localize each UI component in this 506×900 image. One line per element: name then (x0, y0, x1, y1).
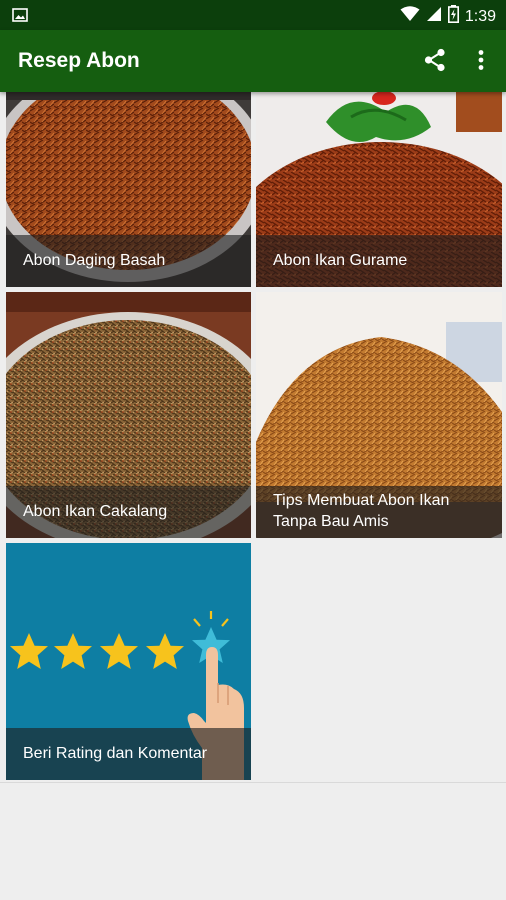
star-icon (10, 633, 48, 669)
rating-title: Beri Rating dan Komentar (6, 728, 251, 780)
more-vert-icon (478, 50, 484, 70)
recipe-title: Abon Ikan Cakalang (6, 486, 251, 538)
recipe-card[interactable]: Abon Daging Basah (6, 92, 251, 287)
star-icon (100, 633, 138, 669)
divider (0, 782, 506, 783)
sparkle-icon (193, 611, 229, 627)
cell-signal-icon (426, 6, 442, 27)
recipe-grid: Abon Daging Basah Abon Ikan Gurame Abon … (0, 92, 506, 782)
status-bar: 1:39 (0, 0, 506, 30)
star-icon (54, 633, 92, 669)
rating-card[interactable]: Beri Rating dan Komentar (6, 543, 251, 780)
share-button[interactable] (422, 47, 448, 73)
star-icon (146, 633, 184, 669)
more-options-button[interactable] (470, 47, 492, 73)
recipe-title: Abon Daging Basah (6, 235, 251, 287)
gallery-icon (12, 7, 28, 28)
wifi-icon (400, 6, 420, 27)
app-title: Resep Abon (18, 49, 140, 72)
recipe-title: Abon Ikan Gurame (256, 235, 502, 287)
recipe-title-line: Tanpa Bau Amis (273, 513, 389, 530)
recipe-title: Tips Membuat Abon Ikan Tanpa Bau Amis (256, 486, 502, 538)
recipe-card[interactable]: Abon Ikan Gurame (256, 92, 502, 287)
share-icon (424, 48, 445, 72)
recipe-card[interactable]: Abon Ikan Cakalang (6, 292, 251, 538)
recipe-title-line: Tips Membuat Abon Ikan (273, 492, 450, 509)
status-time: 1:39 (464, 7, 496, 25)
app-bar: Resep Abon (0, 30, 506, 92)
battery-icon (447, 5, 459, 28)
recipe-card[interactable]: Tips Membuat Abon Ikan Tanpa Bau Amis (256, 292, 502, 538)
